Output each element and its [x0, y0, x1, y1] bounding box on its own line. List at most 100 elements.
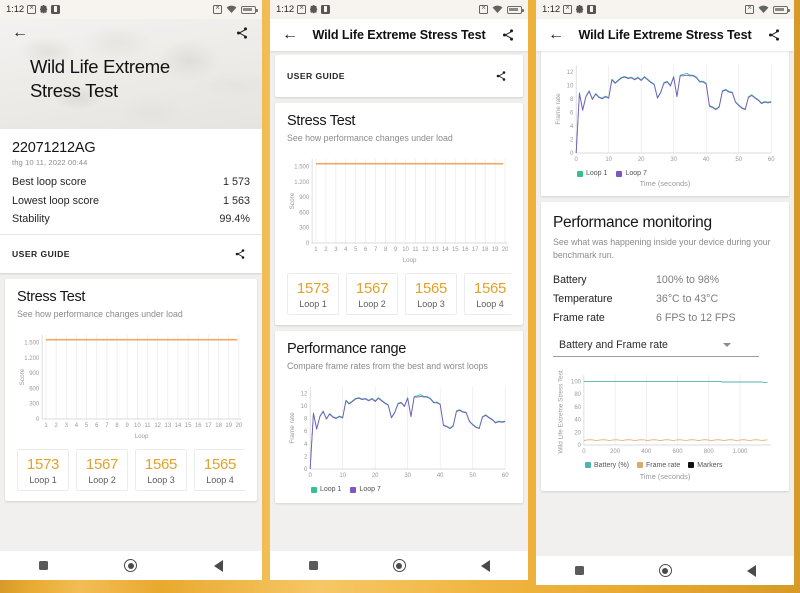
- row-label: Frame rate: [553, 311, 605, 324]
- svg-text:20: 20: [574, 429, 581, 436]
- metric-select[interactable]: Battery and Frame rate: [553, 336, 760, 357]
- battery-icon: [507, 5, 524, 14]
- scroll-content-1[interactable]: ← Wild Life Extreme Stress Test 22071212…: [0, 19, 262, 550]
- loop-score: 1565: [473, 280, 507, 297]
- share-button[interactable]: [498, 25, 518, 45]
- loop-score-list[interactable]: 1573 Loop 1 1567 Loop 2 1565 Loop 3 1565…: [287, 273, 511, 315]
- system-nav-bar-3[interactable]: [536, 555, 794, 585]
- recents-button[interactable]: [566, 558, 592, 584]
- svg-text:2: 2: [304, 453, 308, 460]
- svg-text:5: 5: [354, 246, 358, 253]
- svg-text:18: 18: [482, 246, 489, 253]
- share-icon[interactable]: [230, 244, 250, 264]
- loop-score: 1573: [296, 280, 330, 297]
- wifi-icon: [226, 5, 237, 14]
- home-button[interactable]: [118, 553, 144, 579]
- svg-text:10: 10: [134, 422, 141, 429]
- svg-text:0: 0: [306, 240, 310, 247]
- chart-legend: Loop 1 Loop 7: [553, 170, 777, 177]
- svg-text:0: 0: [309, 472, 313, 479]
- system-nav-bar-2[interactable]: [270, 550, 528, 580]
- svg-text:1.500: 1.500: [24, 340, 40, 347]
- svg-text:4: 4: [304, 441, 308, 448]
- home-button[interactable]: [652, 558, 678, 584]
- user-guide-row[interactable]: USER GUIDE: [12, 235, 250, 264]
- svg-text:2: 2: [324, 246, 328, 253]
- share-button[interactable]: [764, 25, 784, 45]
- share-icon[interactable]: [491, 66, 511, 86]
- chevron-down-icon[interactable]: [723, 342, 732, 347]
- svg-text:2: 2: [54, 422, 58, 429]
- no-sim-icon: [479, 3, 488, 14]
- list-item[interactable]: 1567 Loop 2: [76, 449, 128, 491]
- app-bar-3: ← Wild Life Extreme Stress Test: [536, 19, 794, 51]
- recents-button[interactable]: [31, 553, 57, 579]
- performance-range-title: Performance range: [287, 341, 407, 357]
- svg-text:10: 10: [567, 82, 574, 89]
- svg-text:6: 6: [304, 428, 308, 435]
- phone-screenshot-2: 1:12 ← Wild Life Extreme Stress Test: [270, 0, 528, 580]
- svg-text:8: 8: [570, 96, 574, 103]
- loop-score-list[interactable]: 1573 Loop 1 1567 Loop 2 1565 Loop 3 1565…: [17, 449, 245, 491]
- app-icon: [587, 5, 597, 14]
- scroll-content-2[interactable]: USER GUIDE Stress Test See how performan…: [270, 51, 528, 550]
- metric-select-value: Battery and Frame rate: [559, 338, 668, 351]
- back-button[interactable]: ←: [10, 23, 30, 43]
- row-value: 1 563: [222, 194, 250, 207]
- row-label: Temperature: [553, 292, 613, 305]
- svg-text:0: 0: [575, 156, 579, 163]
- loop-score: 1565: [414, 280, 448, 297]
- list-item[interactable]: 1565 Loop 4: [194, 449, 245, 491]
- stress-test-title: Stress Test: [287, 113, 356, 129]
- svg-text:Loop: Loop: [403, 257, 417, 264]
- nav-back-button[interactable]: [738, 558, 764, 584]
- svg-text:14: 14: [175, 422, 182, 429]
- performance-monitoring-chart: 0 20 40 60 80 100 0 200 400 600 800 1.000 Wild Life …: [553, 369, 777, 461]
- legend-item: Markers: [688, 462, 723, 469]
- svg-text:400: 400: [641, 447, 652, 454]
- system-nav-bar-1[interactable]: [0, 550, 262, 580]
- svg-text:10: 10: [301, 403, 308, 410]
- x-axis-label: Time (seconds): [639, 471, 691, 481]
- svg-text:40: 40: [437, 472, 444, 479]
- user-guide-card[interactable]: USER GUIDE: [275, 55, 523, 97]
- nav-back-button[interactable]: [205, 553, 231, 579]
- svg-text:30: 30: [404, 472, 411, 479]
- svg-text:17: 17: [472, 246, 479, 253]
- list-item[interactable]: 1565 Loop 3: [405, 273, 457, 315]
- list-item[interactable]: 1567 Loop 2: [346, 273, 398, 315]
- list-item[interactable]: 1565 Loop 4: [464, 273, 511, 315]
- scroll-content-3[interactable]: 0 2 4 6 8 10 12 0 10 20 30 40 50 60 Frame rate Loop 1 …: [536, 51, 794, 555]
- svg-text:10: 10: [339, 472, 346, 479]
- gear-icon: [39, 5, 48, 14]
- no-sim-icon: [745, 3, 754, 14]
- svg-text:7: 7: [374, 246, 378, 253]
- svg-text:19: 19: [225, 422, 232, 429]
- svg-text:13: 13: [432, 246, 439, 253]
- status-bar-2: 1:12: [270, 0, 528, 19]
- home-button[interactable]: [386, 553, 412, 579]
- nav-back-button[interactable]: [472, 553, 498, 579]
- recents-button[interactable]: [300, 553, 326, 579]
- svg-text:15: 15: [185, 422, 192, 429]
- svg-text:1: 1: [44, 422, 48, 429]
- frame-rate-chart: 0 2 4 6 8 10 12 0 10 20 30 40 50 60 Frame rate: [553, 59, 777, 169]
- sim-icon: [27, 3, 37, 14]
- list-item[interactable]: 1565 Loop 3: [135, 449, 187, 491]
- svg-text:Wild Life Extreme Stress Test: Wild Life Extreme Stress Test: [558, 370, 565, 454]
- svg-text:6: 6: [95, 422, 99, 429]
- back-button[interactable]: ←: [280, 25, 300, 45]
- performance-monitoring-subtitle: See what was happening inside your devic…: [553, 237, 771, 260]
- status-bar-1: 1:12: [0, 0, 262, 19]
- share-button[interactable]: [232, 23, 252, 43]
- loop-label: Loop 3: [147, 475, 175, 485]
- list-item[interactable]: 1573 Loop 1: [17, 449, 69, 491]
- legend-label: Loop 1: [320, 486, 342, 493]
- svg-text:3: 3: [334, 246, 338, 253]
- list-item[interactable]: 1573 Loop 1: [287, 273, 339, 315]
- svg-text:1.200: 1.200: [24, 355, 40, 362]
- svg-text:16: 16: [195, 422, 202, 429]
- legend-label: Battery (%): [594, 461, 630, 469]
- loop-score: 1573: [26, 456, 60, 473]
- back-button[interactable]: ←: [546, 25, 566, 45]
